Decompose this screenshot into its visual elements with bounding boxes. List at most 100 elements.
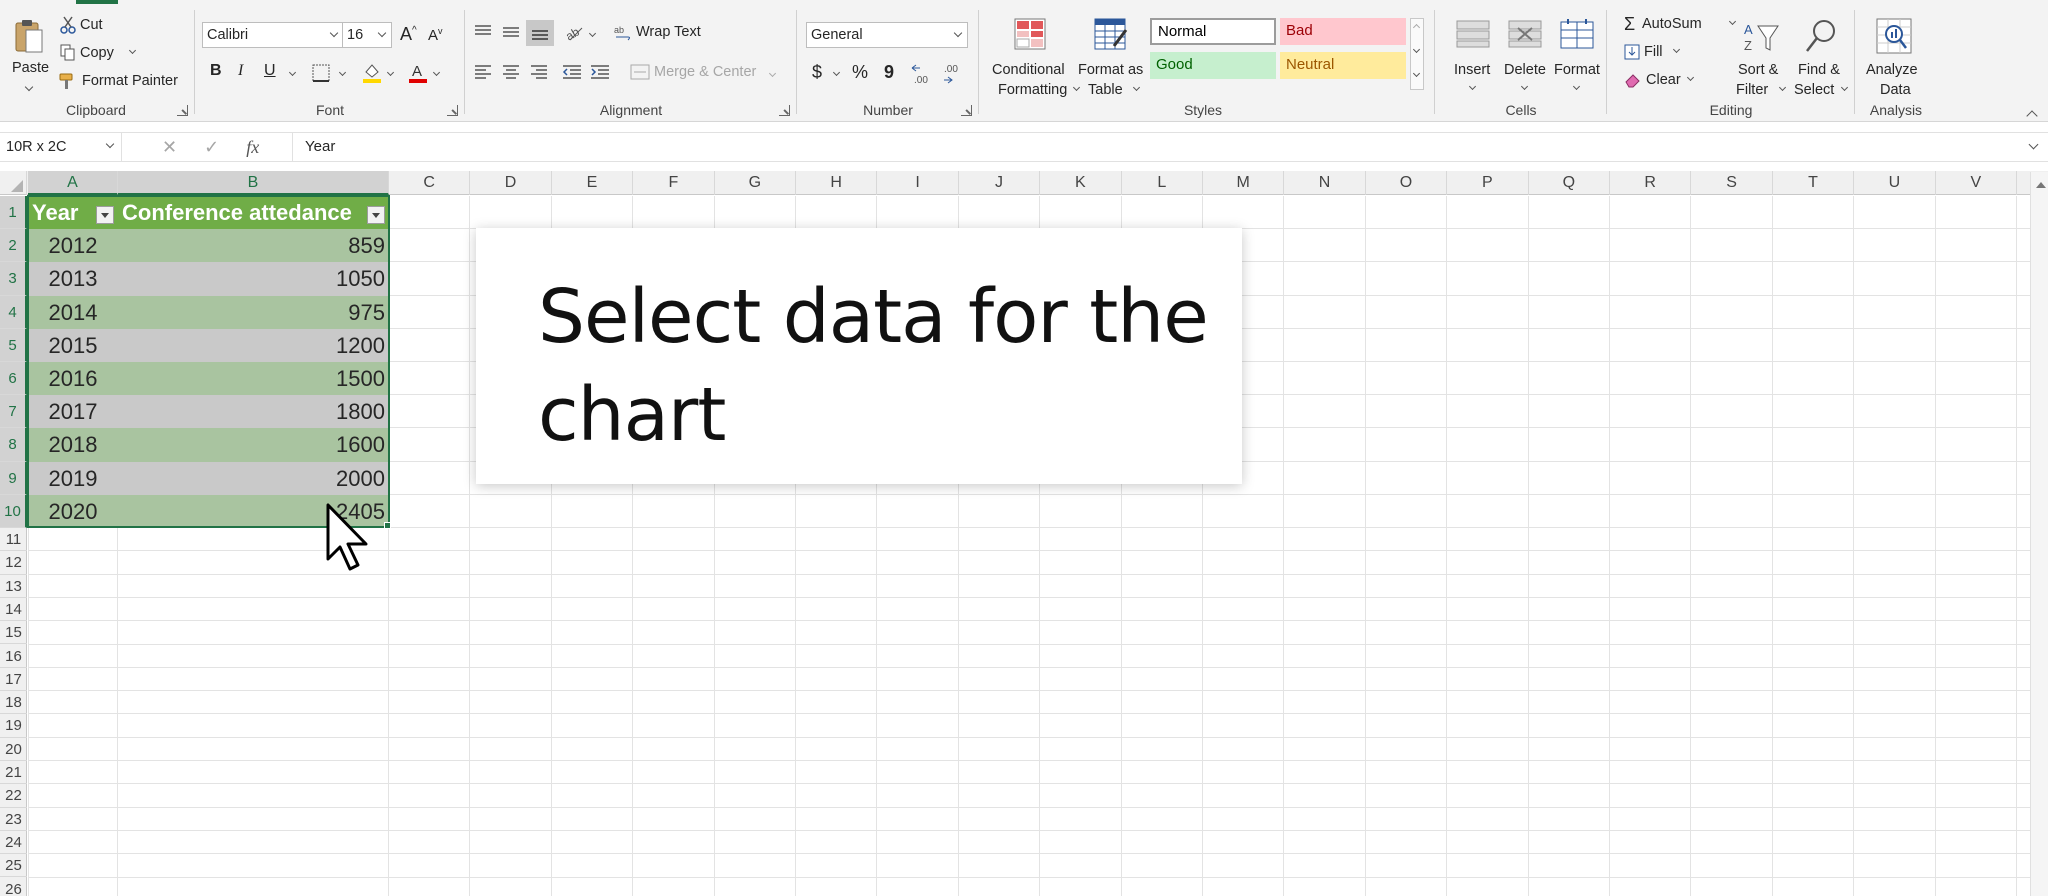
- column-header[interactable]: U: [1854, 171, 1936, 195]
- column-header[interactable]: H: [796, 171, 878, 195]
- paste-button[interactable]: Paste: [8, 14, 52, 96]
- row-header[interactable]: 3: [0, 262, 27, 296]
- column-header[interactable]: O: [1366, 171, 1448, 195]
- clipboard-launcher-icon[interactable]: [177, 105, 188, 116]
- table-cell-attendance[interactable]: 1500: [118, 362, 389, 395]
- fill-handle[interactable]: [384, 522, 391, 529]
- row-header[interactable]: 13: [0, 575, 27, 598]
- name-box[interactable]: 10R x 2C: [0, 133, 122, 161]
- column-header[interactable]: B: [118, 171, 389, 195]
- column-header[interactable]: A: [28, 171, 118, 195]
- font-size-combo[interactable]: 16: [342, 22, 392, 48]
- table-cell-year[interactable]: 2017: [28, 395, 118, 428]
- table-cell-attendance[interactable]: 1050: [118, 262, 389, 295]
- table-header-cell[interactable]: Conference attedance: [118, 196, 389, 229]
- find-select-button[interactable]: Find & Select: [1792, 14, 1850, 100]
- fill-color-icon[interactable]: [362, 62, 382, 84]
- row-header[interactable]: 7: [0, 395, 27, 429]
- row-header[interactable]: 17: [0, 668, 27, 692]
- select-all-button[interactable]: [0, 171, 27, 195]
- row-header[interactable]: 22: [0, 784, 27, 808]
- align-center-icon[interactable]: [502, 64, 520, 80]
- confirm-formula-icon[interactable]: ✓: [204, 137, 219, 157]
- font-name-combo[interactable]: Calibri: [202, 22, 344, 48]
- row-header[interactable]: 18: [0, 691, 27, 715]
- column-header[interactable]: P: [1447, 171, 1529, 195]
- format-button[interactable]: Format: [1552, 16, 1602, 100]
- row-header[interactable]: 8: [0, 428, 27, 462]
- table-cell-attendance[interactable]: 1600: [118, 428, 389, 461]
- row-header[interactable]: 26: [0, 878, 27, 896]
- table-cell-year[interactable]: 2019: [28, 462, 118, 495]
- table-cell-year[interactable]: 2015: [28, 329, 118, 362]
- font-color-chevron-icon[interactable]: [432, 68, 441, 77]
- scroll-up-icon[interactable]: [2036, 182, 2046, 188]
- style-bad[interactable]: Bad: [1280, 18, 1406, 45]
- number-launcher-icon[interactable]: [961, 105, 972, 116]
- orientation-chevron-icon[interactable]: [588, 29, 597, 38]
- align-left-icon[interactable]: [474, 64, 492, 80]
- table-cell-year[interactable]: 2018: [28, 428, 118, 461]
- increase-font-icon[interactable]: A^: [400, 24, 417, 45]
- column-header[interactable]: M: [1203, 171, 1285, 195]
- style-neutral[interactable]: Neutral: [1280, 52, 1406, 79]
- alignment-launcher-icon[interactable]: [779, 105, 790, 116]
- row-header[interactable]: 15: [0, 621, 27, 645]
- wrap-text-label[interactable]: Wrap Text: [636, 24, 701, 40]
- vertical-scrollbar[interactable]: [2030, 172, 2048, 896]
- column-header[interactable]: F: [633, 171, 715, 195]
- orientation-icon[interactable]: ab: [564, 22, 584, 42]
- row-header[interactable]: 20: [0, 738, 27, 761]
- row-header[interactable]: 16: [0, 645, 27, 668]
- column-header[interactable]: V: [1936, 171, 2017, 195]
- wrap-text-icon[interactable]: ab: [614, 24, 632, 42]
- row-header[interactable]: 24: [0, 831, 27, 855]
- column-header[interactable]: N: [1284, 171, 1366, 195]
- column-header[interactable]: Q: [1529, 171, 1610, 195]
- column-header[interactable]: J: [959, 171, 1041, 195]
- filter-dropdown-icon[interactable]: [96, 206, 114, 224]
- filter-dropdown-icon[interactable]: [367, 206, 385, 224]
- row-header[interactable]: 19: [0, 714, 27, 738]
- align-top-icon[interactable]: [474, 24, 492, 40]
- align-bottom-button[interactable]: [526, 20, 554, 46]
- table-cell-year[interactable]: 2012: [28, 229, 118, 262]
- align-right-icon[interactable]: [530, 64, 548, 80]
- column-header[interactable]: L: [1122, 171, 1203, 195]
- row-header[interactable]: 2: [0, 229, 27, 263]
- table-cell-year[interactable]: 2020: [28, 495, 118, 528]
- delete-button[interactable]: Delete: [1500, 16, 1550, 100]
- table-cell-attendance[interactable]: 859: [118, 229, 389, 262]
- column-header[interactable]: T: [1773, 171, 1855, 195]
- number-format-combo[interactable]: General: [806, 22, 968, 48]
- table-cell-year[interactable]: 2013: [28, 262, 118, 295]
- row-header[interactable]: 12: [0, 551, 27, 575]
- table-cell-attendance[interactable]: 975: [118, 296, 389, 329]
- percent-button[interactable]: %: [852, 62, 868, 83]
- decrease-indent-icon[interactable]: [562, 64, 582, 80]
- column-header[interactable]: G: [715, 171, 796, 195]
- decrease-font-icon[interactable]: Av: [428, 26, 443, 44]
- column-header[interactable]: K: [1040, 171, 1122, 195]
- increase-decimal-button[interactable]: .00: [910, 62, 934, 86]
- styles-gallery-scroll[interactable]: [1410, 18, 1424, 90]
- style-normal[interactable]: Normal: [1150, 18, 1276, 45]
- table-cell-attendance[interactable]: 2000: [118, 462, 389, 495]
- analyze-data-button[interactable]: Analyze Data: [1862, 14, 1930, 100]
- column-header[interactable]: S: [1691, 171, 1773, 195]
- row-header[interactable]: 5: [0, 328, 27, 362]
- styles-scroll-down-icon[interactable]: [1412, 45, 1421, 54]
- sort-filter-button[interactable]: AZ Sort & Filter: [1734, 14, 1788, 100]
- bold-button[interactable]: B: [210, 62, 222, 80]
- column-header[interactable]: R: [1610, 171, 1692, 195]
- row-header[interactable]: 21: [0, 761, 27, 785]
- insert-button[interactable]: Insert: [1450, 16, 1496, 100]
- borders-chevron-icon[interactable]: [338, 68, 347, 77]
- style-good[interactable]: Good: [1150, 52, 1276, 79]
- currency-chevron-icon[interactable]: [832, 68, 841, 77]
- formula-input[interactable]: Year: [292, 133, 2028, 161]
- underline-chevron-icon[interactable]: [288, 68, 297, 77]
- row-header[interactable]: 1: [0, 196, 27, 230]
- align-middle-icon[interactable]: [502, 24, 520, 40]
- row-header[interactable]: 14: [0, 598, 27, 622]
